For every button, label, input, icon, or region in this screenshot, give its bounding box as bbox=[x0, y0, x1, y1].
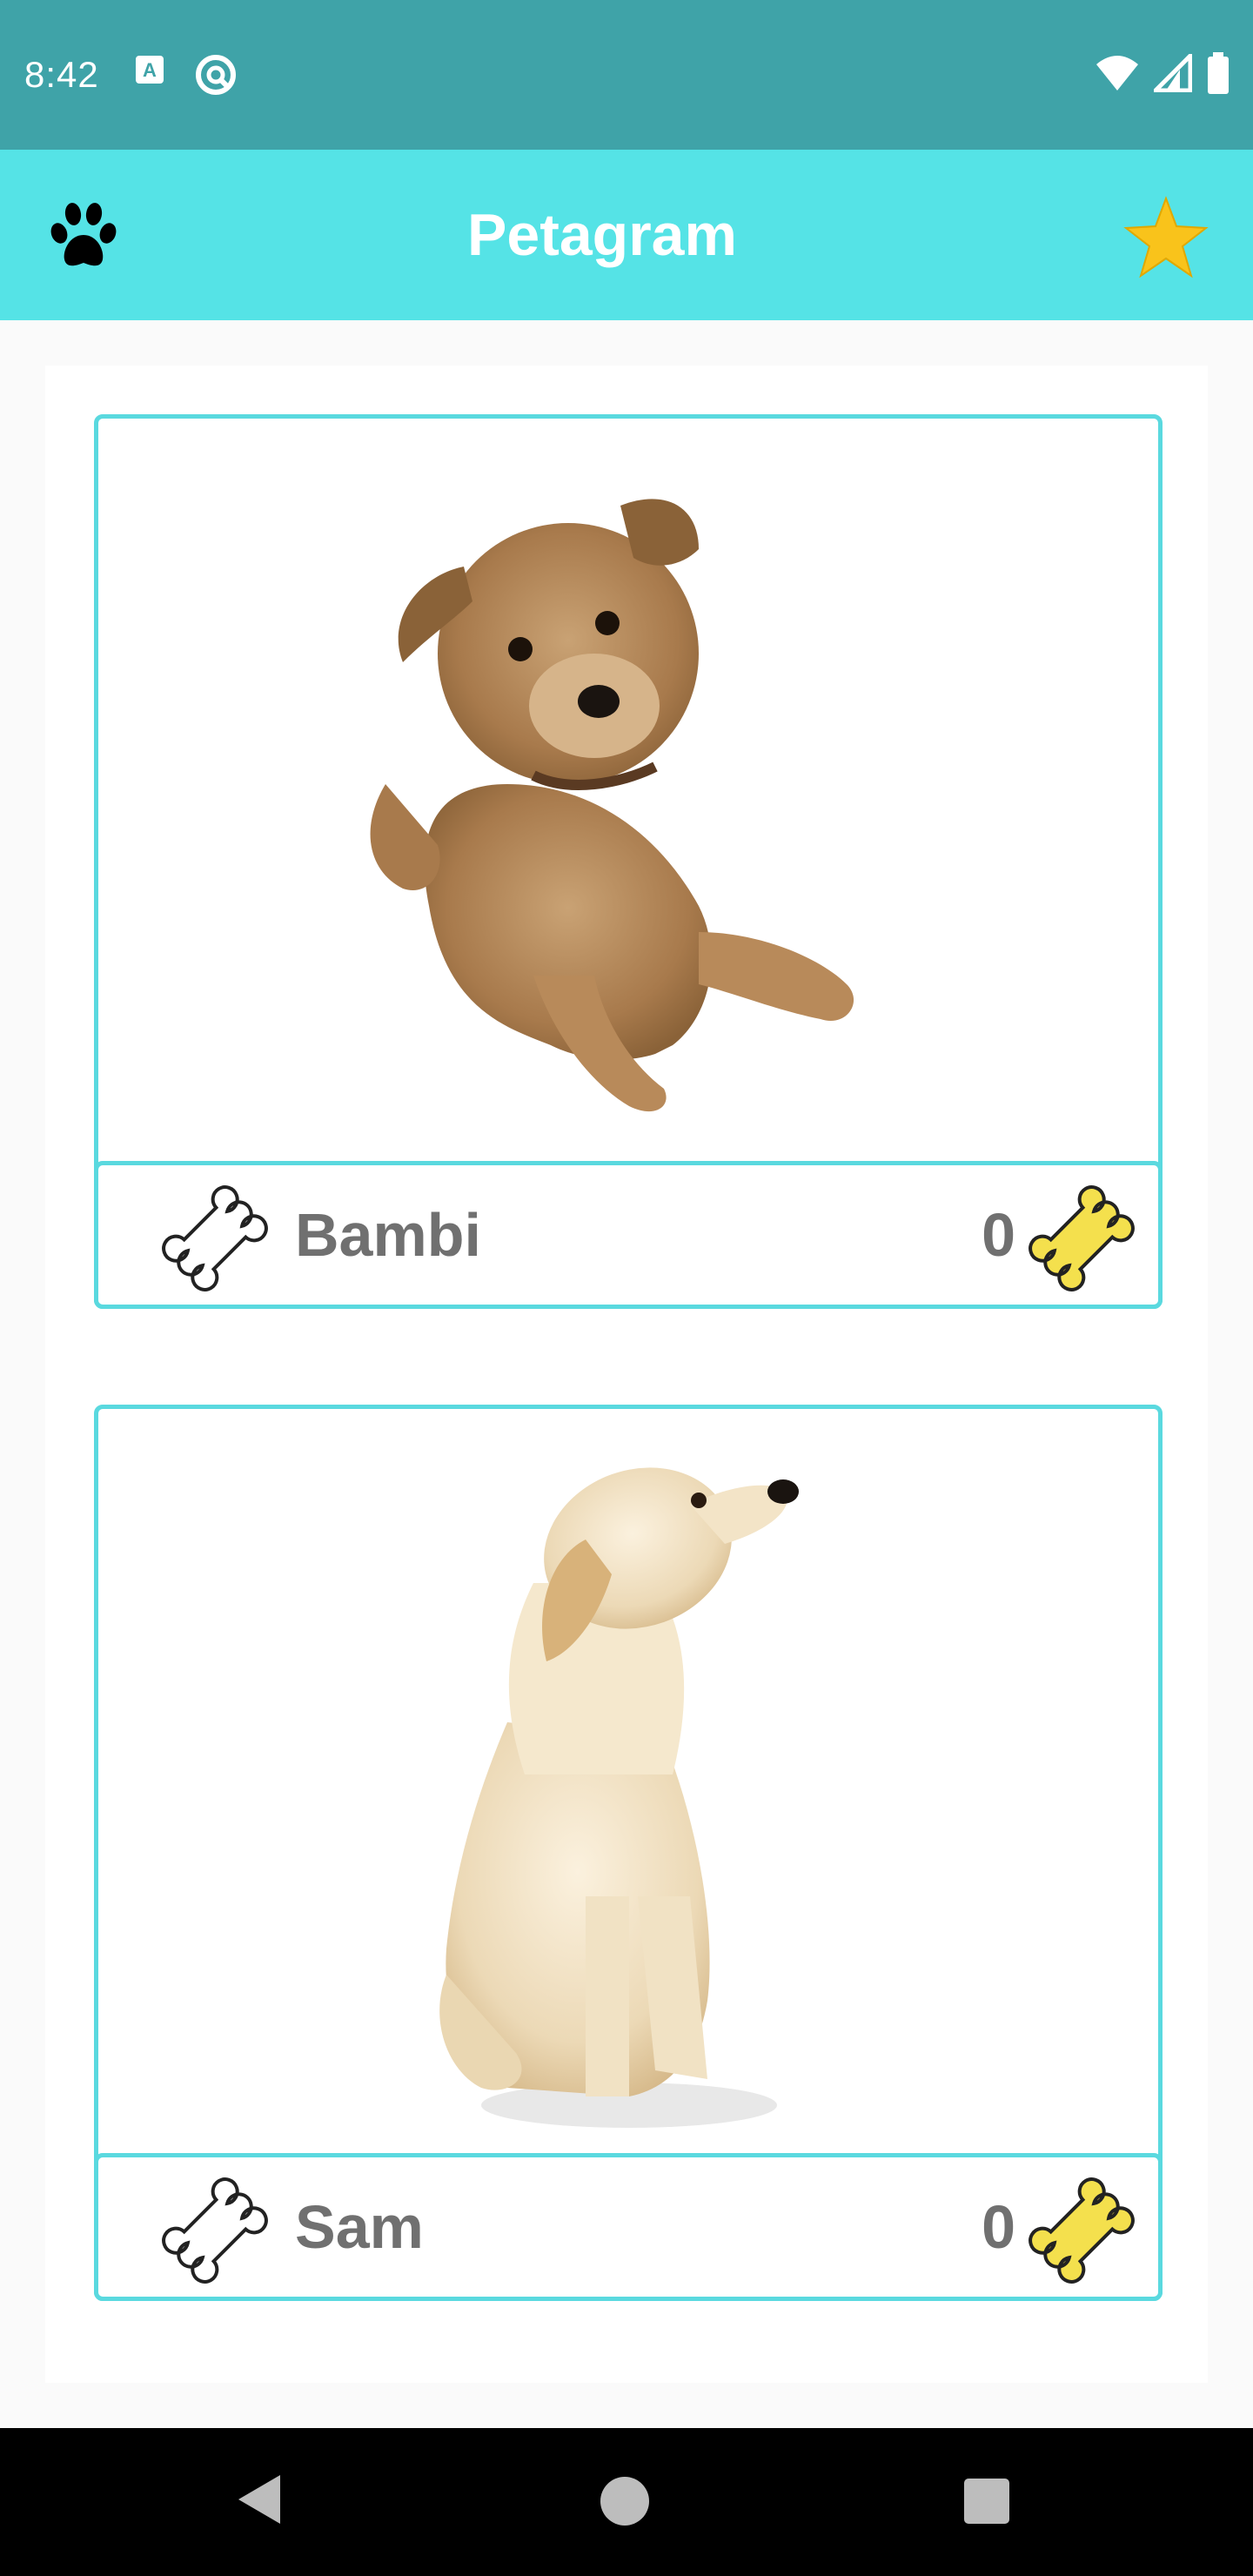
like-count: 0 bbox=[982, 2193, 1015, 2261]
recents-icon[interactable] bbox=[964, 2479, 1009, 2524]
text-recognition-icon: A bbox=[134, 54, 165, 90]
like-count: 0 bbox=[982, 1201, 1015, 1269]
pet-card: Bambi 0 bbox=[94, 414, 1163, 1309]
app-title: Petagram bbox=[467, 202, 737, 268]
back-icon[interactable] bbox=[235, 2472, 284, 2532]
bone-filled-icon bbox=[1028, 2177, 1136, 2284]
star-icon[interactable] bbox=[1122, 195, 1209, 282]
status-bar: 8:42 A bbox=[0, 0, 1253, 150]
app-bar: Petagram bbox=[0, 150, 1253, 320]
bone-outline-icon[interactable] bbox=[161, 2177, 269, 2284]
pet-card: Sam 0 bbox=[94, 1405, 1163, 2301]
svg-text:A: A bbox=[143, 59, 157, 81]
bone-filled-icon bbox=[1028, 1184, 1136, 1292]
cellular-icon bbox=[1149, 50, 1193, 97]
pet-name: Bambi bbox=[295, 1201, 481, 1269]
pet-card-container: Sam 0 bbox=[45, 1358, 1208, 2383]
pet-photo bbox=[98, 1409, 1158, 2144]
pet-photo bbox=[98, 419, 1158, 1154]
pet-card-footer: Sam 0 bbox=[94, 2153, 1163, 2301]
wifi-icon bbox=[1095, 54, 1140, 97]
pet-card-footer: Bambi 0 bbox=[94, 1161, 1163, 1309]
battery-icon bbox=[1206, 52, 1230, 98]
pet-card-container: Bambi 0 bbox=[45, 366, 1208, 1358]
pet-name: Sam bbox=[295, 2193, 424, 2261]
bone-outline-icon[interactable] bbox=[161, 1184, 269, 1292]
status-time: 8:42 bbox=[24, 54, 99, 95]
sync-icon bbox=[193, 52, 238, 102]
home-icon[interactable] bbox=[600, 2477, 649, 2526]
navigation-bar bbox=[0, 2428, 1253, 2576]
